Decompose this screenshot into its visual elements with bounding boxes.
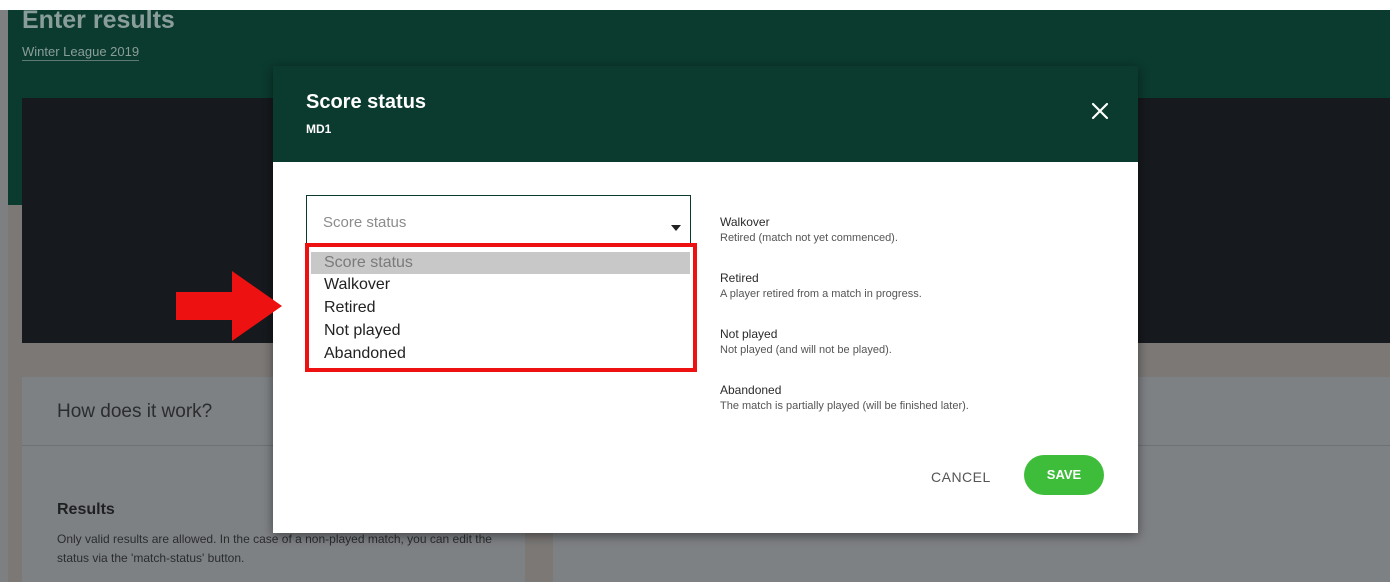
desc-text: The match is partially played (will be f… — [720, 400, 969, 412]
desc-title: Walkover — [720, 215, 770, 229]
desc-text: A player retired from a match in progres… — [720, 288, 922, 300]
option-not-played[interactable]: Not played — [311, 320, 690, 342]
modal-subtitle: MD1 — [306, 122, 332, 136]
score-status-modal: Score status MD1 Score status Score stat… — [273, 66, 1138, 533]
desc-retired: Retired A player retired from a match in… — [720, 270, 1110, 302]
close-icon[interactable] — [1088, 99, 1112, 123]
save-button[interactable]: SAVE — [1024, 455, 1104, 495]
results-title: Results — [57, 501, 115, 518]
desc-title: Not played — [720, 327, 778, 341]
desc-text: Not played (and will not be played). — [720, 344, 892, 356]
desc-text: Retired (match not yet commenced). — [720, 232, 898, 244]
option-score-status[interactable]: Score status — [311, 252, 690, 274]
cancel-button[interactable]: CANCEL — [931, 469, 991, 485]
desc-title: Abandoned — [720, 383, 782, 397]
arrow-right-icon — [176, 271, 284, 346]
modal-title: Score status — [306, 91, 427, 113]
score-status-select[interactable]: Score status — [306, 195, 691, 247]
caret-down-icon — [671, 218, 681, 236]
desc-abandoned: Abandoned The match is partially played … — [720, 382, 1110, 414]
desc-walkover: Walkover Retired (match not yet commence… — [720, 214, 1110, 246]
desc-not-played: Not played Not played (and will not be p… — [720, 326, 1110, 358]
top-bar — [0, 0, 1390, 10]
option-abandoned[interactable]: Abandoned — [311, 343, 690, 365]
option-walkover[interactable]: Walkover — [311, 274, 690, 296]
results-text: Only valid results are allowed. In the c… — [57, 532, 492, 565]
how-title: How does it work? — [57, 401, 213, 422]
option-retired[interactable]: Retired — [311, 297, 690, 319]
modal-header: Score status MD1 — [273, 66, 1138, 162]
select-value: Score status — [323, 214, 407, 231]
score-status-options: Score status Walkover Retired Not played… — [311, 252, 690, 364]
desc-title: Retired — [720, 271, 759, 285]
page-subtitle-link[interactable]: Winter League 2019 — [22, 44, 140, 61]
page-title: Enter results — [22, 6, 175, 34]
